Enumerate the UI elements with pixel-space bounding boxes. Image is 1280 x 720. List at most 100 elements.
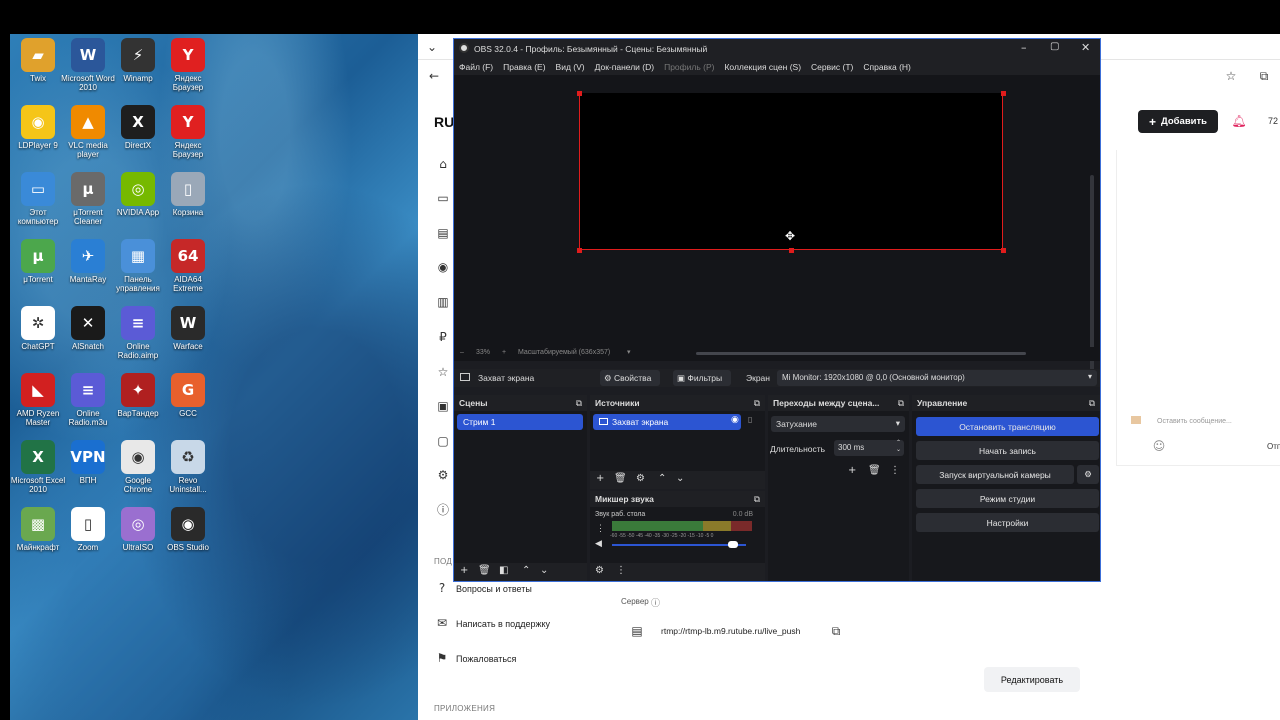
desktop-icon[interactable]: W Microsoft Word 2010 [60, 38, 116, 92]
sidebar-item-faq[interactable]: Вопросы и ответы [456, 584, 532, 594]
sidebar-item-report[interactable]: Пожаловаться [456, 654, 516, 664]
undock-icon[interactable]: ⧉ [754, 398, 760, 409]
desktop-icon[interactable]: W Warface [160, 306, 216, 351]
screen-capture-preview[interactable] [579, 93, 1003, 250]
menu-help[interactable]: Справка (H) [863, 62, 911, 72]
undock-icon[interactable]: ⧉ [1089, 398, 1095, 409]
desktop-icon[interactable]: ≡ Online Radio.m3u [60, 373, 116, 427]
settings-button[interactable]: Настройки [916, 513, 1099, 532]
desktop-icon[interactable]: μ μTorrent Cleaner [60, 172, 116, 226]
desktop-icon[interactable]: ◉ OBS Studio [160, 507, 216, 552]
virtual-camera-settings-icon[interactable]: ⚙ [1077, 465, 1099, 484]
desktop-icon[interactable]: ◎ NVIDIA App [110, 172, 166, 217]
spin-arrows-icon[interactable]: ⌃ ⌄ [896, 440, 901, 454]
subscriptions-icon[interactable]: ▤ [435, 225, 451, 241]
desktop-icon[interactable]: 64 AIDA64 Extreme [160, 239, 216, 293]
menu-edit[interactable]: Правка (E) [503, 62, 545, 72]
video-icon[interactable]: ▭ [435, 190, 451, 206]
favorites-icon[interactable]: ☆ [435, 364, 451, 380]
trash-icon[interactable]: 🗑︎ [478, 565, 491, 576]
maximize-icon[interactable]: ▢ [1050, 41, 1059, 52]
scene-item[interactable]: Стрим 1 [457, 414, 583, 430]
minimize-icon[interactable]: – [1021, 41, 1027, 54]
broadcast-icon[interactable]: ◉ [435, 259, 451, 275]
source-item[interactable]: Захват экрана [593, 414, 741, 430]
channel-menu-icon[interactable]: ⋮ [596, 523, 605, 534]
edit-button[interactable]: Редактировать [984, 667, 1080, 692]
menu-file[interactable]: Файл (F) [459, 62, 493, 72]
info-icon[interactable]: ⓘ [435, 502, 451, 518]
extensions-icon[interactable]: ⧉ [1256, 68, 1272, 84]
desktop-icon[interactable]: G GCC [160, 373, 216, 418]
shop-icon[interactable]: ▣ [435, 398, 451, 414]
add-icon[interactable]: + [460, 565, 468, 576]
horizontal-scrollbar[interactable] [696, 352, 1026, 355]
add-icon[interactable]: + [596, 473, 604, 484]
desktop-icon[interactable]: ✈ MantaRay [60, 239, 116, 284]
undock-icon[interactable]: ⧉ [754, 494, 760, 505]
help-icon[interactable]: ⓘ [651, 596, 660, 609]
volume-slider[interactable] [612, 544, 746, 546]
menu-docks[interactable]: Док-панели (D) [595, 62, 654, 72]
add-button[interactable]: + Добавить [1138, 110, 1218, 133]
desktop-icon[interactable]: ✕ AlSnatch [60, 306, 116, 351]
transition-select[interactable]: Затухание ▾ [771, 416, 905, 432]
sidebar-item-support[interactable]: Написать в поддержку [456, 619, 550, 629]
resize-handle[interactable] [1001, 91, 1006, 96]
add-icon[interactable]: + [848, 465, 856, 476]
chat-input[interactable]: Оставить сообщение... [1157, 418, 1232, 425]
resize-handle[interactable] [1001, 248, 1006, 253]
desktop-icon[interactable]: ▩ Майнкрафт [10, 507, 66, 552]
stop-streaming-button[interactable]: Остановить трансляцию [916, 417, 1099, 436]
menu-tools[interactable]: Сервис (T) [811, 62, 853, 72]
monetization-icon[interactable]: ₽ [435, 329, 451, 345]
bookmark-star-icon[interactable]: ☆ [1223, 68, 1239, 84]
trash-icon[interactable]: 🗑︎ [614, 473, 627, 484]
emoji-icon[interactable]: ☺ [1151, 438, 1167, 454]
undock-icon[interactable]: ⧉ [898, 398, 904, 409]
undock-icon[interactable]: ⧉ [576, 398, 582, 409]
desktop-icon[interactable]: ◉ Google Chrome [110, 440, 166, 494]
down-icon[interactable]: ⌄ [540, 565, 548, 576]
desktop-icon[interactable]: ▲ VLC media player [60, 105, 116, 159]
resize-handle[interactable] [577, 91, 582, 96]
desktop-icon[interactable]: ≡ Online Radio.aimp [110, 306, 166, 360]
desktop-icon[interactable]: Y Яндекс Браузер [160, 105, 216, 159]
desktop-icon[interactable]: μ μTorrent [10, 239, 66, 284]
settings-icon[interactable]: ⚙ [435, 467, 451, 483]
menu-view[interactable]: Вид (V) [556, 62, 585, 72]
desktop-icon[interactable]: X DirectX [110, 105, 166, 150]
desktop-icon[interactable]: ▰ Twix [10, 38, 66, 83]
start-virtual-camera-button[interactable]: Запуск виртуальной камеры [916, 465, 1074, 484]
analytics-icon[interactable]: ▥ [435, 294, 451, 310]
scale-mode[interactable]: Масштабируемый (636x357) [518, 349, 610, 356]
more-options-icon[interactable]: ⋮ [616, 565, 626, 576]
volume-slider-handle[interactable] [727, 541, 738, 548]
tab-dropdown-icon[interactable]: ⌄ [424, 39, 440, 55]
back-icon[interactable]: ← [426, 68, 442, 84]
preview-area[interactable]: ✥ [454, 75, 1100, 380]
obs-titlebar[interactable]: OBS 32.0.4 - Профиль: Безымянный - Сцены… [454, 39, 1100, 58]
menu-profile[interactable]: Профиль (P) [664, 62, 714, 72]
desktop-icon[interactable]: ♻ Revo Uninstall... [160, 440, 216, 494]
desktop-icon[interactable]: ◉ LDPlayer 9 [10, 105, 66, 150]
duration-spinbox[interactable]: 300 ms ⌃ ⌄ [834, 440, 904, 456]
desktop-icon[interactable]: ▦ Панель управления [110, 239, 166, 293]
lock-icon[interactable]: ▯ [748, 415, 752, 424]
desktop-icon[interactable]: Y Яндекс Браузер [160, 38, 216, 92]
zoom-in-icon[interactable]: + [502, 349, 506, 356]
properties-button[interactable]: ⚙ Свойства [600, 370, 660, 386]
desktop-icon[interactable]: ⚡ Winamp [110, 38, 166, 83]
send-partial[interactable]: Отп [1267, 442, 1280, 451]
visibility-eye-icon[interactable]: ◉ [731, 415, 739, 425]
speaker-icon[interactable]: ◀ [595, 539, 602, 549]
desktop-icon[interactable]: X Microsoft Excel 2010 [10, 440, 66, 494]
gear-icon[interactable]: ⚙ [636, 473, 645, 484]
comments-icon[interactable]: ▢ [435, 433, 451, 449]
more-options-icon[interactable]: ⋮ [890, 465, 900, 476]
desktop-icon[interactable]: ▯ Корзина [160, 172, 216, 217]
close-icon[interactable]: ✕ [1081, 41, 1090, 54]
resize-handle[interactable] [577, 248, 582, 253]
desktop-icon[interactable]: ▭ Этот компьютер [10, 172, 66, 226]
menu-scene-collection[interactable]: Коллекция сцен (S) [724, 62, 801, 72]
